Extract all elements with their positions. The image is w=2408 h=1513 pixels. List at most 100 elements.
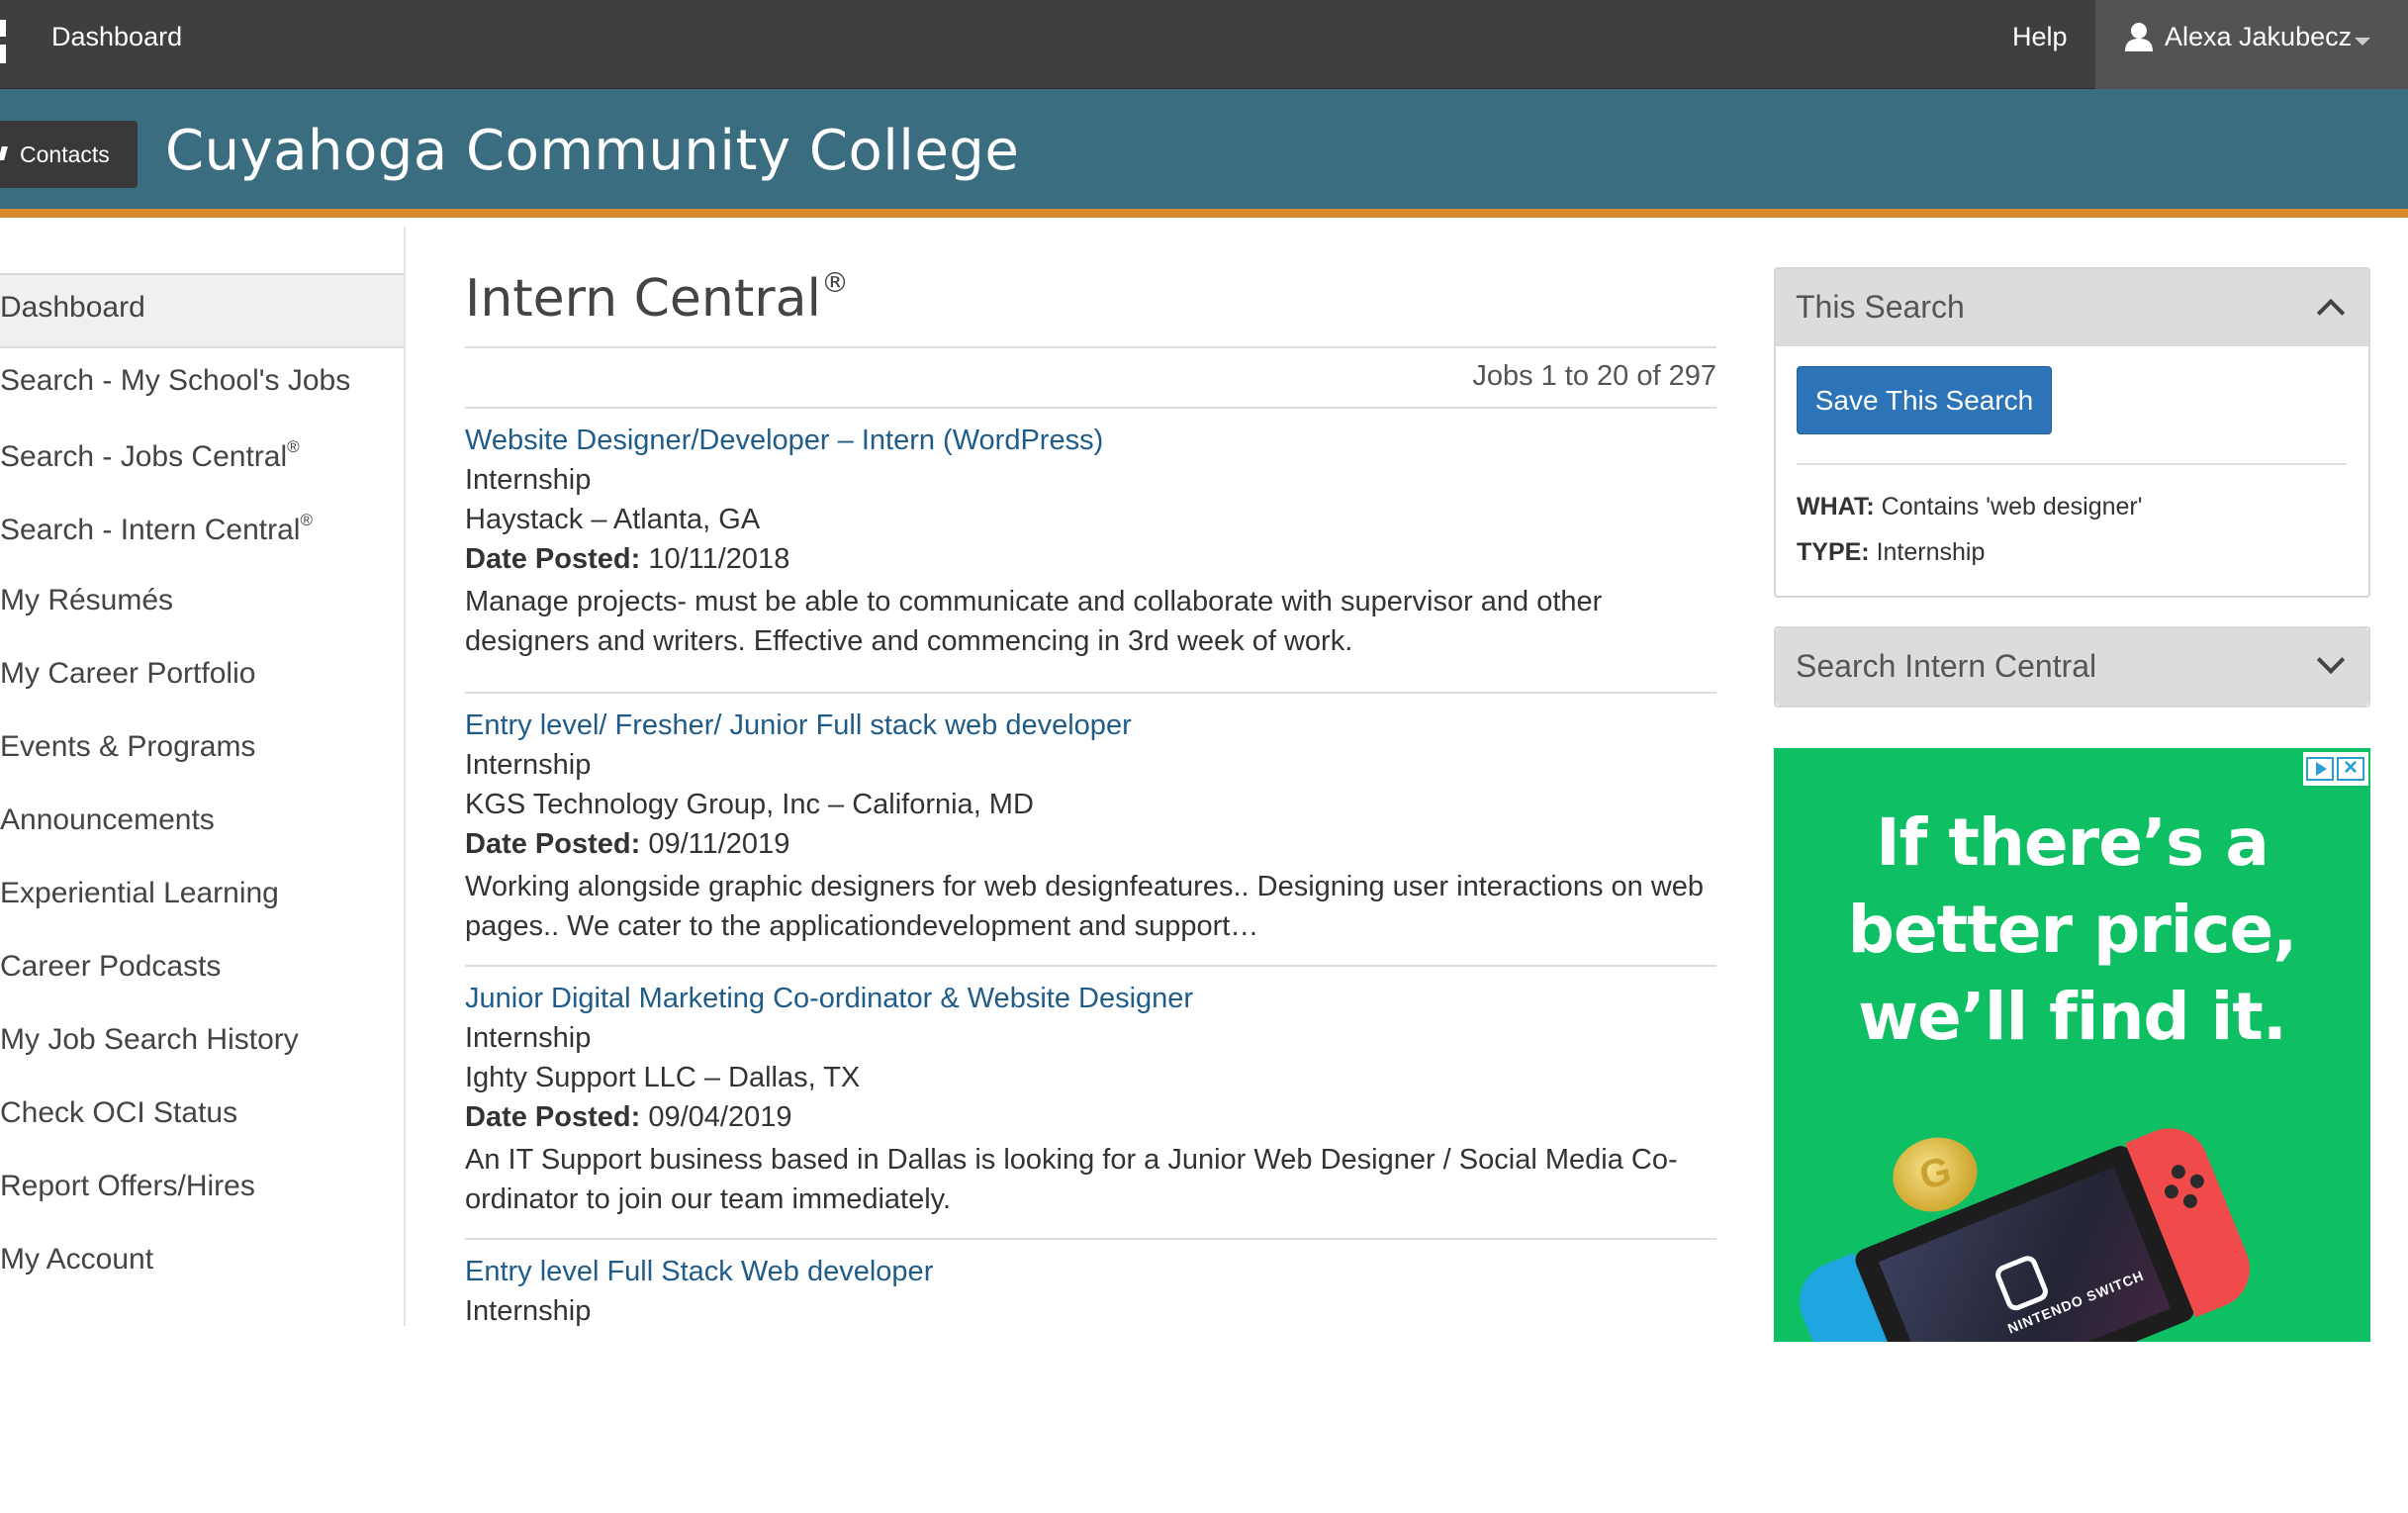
this-search-header[interactable]: This Search — [1776, 269, 2368, 346]
sidebar-item-search-my-schools-jobs[interactable]: Search - My School's Jobs — [0, 348, 404, 422]
joycon-button — [2187, 1172, 2206, 1190]
registered-mark: ® — [287, 437, 300, 456]
search-criteria-type: TYPE: Internship — [1797, 538, 1985, 567]
job-type: Internship — [465, 464, 592, 496]
sidebar-item-search-jobs-central[interactable]: Search - Jobs Central® — [0, 422, 404, 495]
job-title-link[interactable]: Website Designer/Developer – Intern (Wor… — [465, 421, 1716, 460]
save-search-button[interactable]: Save This Search — [1797, 366, 2052, 434]
joycon-button — [2169, 1163, 2188, 1182]
sidebar-item-job-search-history[interactable]: My Job Search History — [0, 1007, 404, 1081]
job-description: Working alongside graphic designers for … — [465, 871, 1705, 942]
advertisement[interactable]: × If there’s a better price, we’ll find … — [1774, 748, 2370, 1342]
date-value: 09/04/2019 — [648, 1101, 792, 1133]
sidebar-item-label: Announcements — [0, 804, 215, 836]
sidebar-item-label: Search - Jobs Central — [0, 440, 288, 473]
sidebar-item-announcements[interactable]: Announcements — [0, 788, 404, 861]
sidebar-item-report-offers[interactable]: Report Offers/Hires — [0, 1154, 404, 1227]
registered-mark: ® — [300, 511, 314, 529]
help-link[interactable]: Help — [2012, 22, 2068, 52]
date-label: Date Posted: — [465, 828, 641, 860]
close-icon[interactable]: × — [2337, 756, 2364, 781]
sidebar-item-my-resumes[interactable]: My Résumés — [0, 568, 404, 641]
date-value: 10/11/2018 — [648, 543, 790, 575]
game-console-image: NINTENDO SWITCH — [1774, 1084, 2264, 1342]
sidebar-item-events-programs[interactable]: Events & Programs — [0, 714, 404, 788]
job-listing: Junior Digital Marketing Co-ordinator & … — [465, 967, 1716, 1240]
job-title-link[interactable]: Entry level Full Stack Web developer — [465, 1252, 1716, 1291]
job-date: Date Posted: 09/11/2019 — [465, 824, 1716, 864]
divider — [465, 346, 1716, 348]
date-label: Date Posted: — [465, 543, 641, 575]
chevron-down-icon — [2316, 645, 2346, 675]
job-date: Date Posted: 09/04/2019 — [465, 1097, 1716, 1137]
user-icon — [2125, 23, 2153, 51]
sidebar-item-label: Events & Programs — [0, 730, 256, 763]
job-company: Ighty Support LLC – Dallas, TX — [465, 1062, 861, 1093]
user-menu[interactable]: Alexa Jakubecz — [2095, 0, 2408, 89]
sidebar-item-search-intern-central[interactable]: Search - Intern Central® — [0, 495, 404, 568]
job-type: Internship — [465, 1022, 592, 1054]
sidebar-item-label: Report Offers/Hires — [0, 1170, 255, 1202]
ad-headline-line: better price, — [1847, 892, 2298, 968]
job-type: Internship — [465, 1295, 592, 1327]
contacts-label: Contacts — [20, 142, 110, 167]
sidebar-item-my-career-portfolio[interactable]: My Career Portfolio — [0, 641, 404, 714]
menu-icon[interactable] — [0, 20, 8, 63]
criteria-label: TYPE: — [1797, 538, 1870, 566]
job-date: Date Posted: 10/11/2018 — [465, 539, 1716, 579]
ad-headline-line: we’ll find it. — [1858, 979, 2287, 1055]
search-intern-central-panel: Search Intern Central — [1774, 626, 2370, 708]
job-description: An IT Support business based in Dallas i… — [465, 1144, 1678, 1215]
site-header: Contacts Cuyahoga Community College — [0, 89, 2408, 218]
sidebar-item-career-podcasts[interactable]: Career Podcasts — [0, 934, 404, 1007]
job-listing: Website Designer/Developer – Intern (Wor… — [465, 421, 1716, 694]
date-value: 09/11/2019 — [648, 828, 790, 860]
sidebar-item-label: Experiential Learning — [0, 877, 279, 909]
divider — [1797, 463, 2347, 465]
results-count: Jobs 1 to 20 of 297 — [1472, 360, 1716, 392]
sidebar-item-label: Dashboard — [0, 291, 145, 324]
sidebar-item-label: My Job Search History — [0, 1023, 299, 1056]
search-criteria-what: WHAT: Contains 'web designer' — [1797, 493, 2143, 521]
joycon-button — [2180, 1191, 2200, 1210]
sidebar-item-label: My Account — [0, 1243, 154, 1276]
ad-choices-icon[interactable] — [2306, 757, 2334, 781]
sidebar-item-experiential-learning[interactable]: Experiential Learning — [0, 861, 404, 934]
sidebar-item-my-account[interactable]: My Account — [0, 1227, 404, 1300]
sidebar-item-label: My Career Portfolio — [0, 657, 256, 690]
job-company: Haystack – Atlanta, GA — [465, 504, 761, 535]
job-type: Internship — [465, 749, 592, 781]
caret-down-icon — [2355, 38, 2370, 46]
sidebar-item-label: Check OCI Status — [0, 1096, 238, 1129]
coin-glyph: G — [1914, 1148, 1957, 1199]
divider — [465, 407, 1716, 409]
sidebar: Dashboard Search - My School's Jobs Sear… — [0, 227, 406, 1326]
job-company: KGS Technology Group, Inc – California, … — [465, 789, 1034, 820]
right-column: This Search Save This Search WHAT: Conta… — [1774, 267, 2370, 1342]
contacts-button[interactable]: Contacts — [0, 121, 138, 188]
job-description: Manage projects- must be able to communi… — [465, 586, 1603, 657]
console-logo-icon — [1992, 1253, 2051, 1314]
sidebar-nav: Dashboard Search - My School's Jobs Sear… — [0, 273, 404, 1300]
ad-headline-line: If there’s a — [1876, 804, 2269, 881]
registered-mark: ® — [820, 266, 849, 299]
top-navbar: Dashboard Help Alexa Jakubecz — [0, 0, 2408, 89]
page-title: Intern Central® — [465, 266, 849, 329]
date-label: Date Posted: — [465, 1101, 641, 1133]
panel-title: Search Intern Central — [1796, 648, 2097, 684]
joycon-button — [2162, 1182, 2181, 1201]
search-intern-central-header[interactable]: Search Intern Central — [1776, 628, 2368, 706]
ad-badge: × — [2303, 752, 2368, 786]
job-title-link[interactable]: Entry level/ Fresher/ Junior Full stack … — [465, 706, 1716, 745]
ad-headline: If there’s a better price, we’ll find it… — [1774, 800, 2370, 1061]
panel-title: This Search — [1796, 289, 1965, 325]
sidebar-item-check-oci-status[interactable]: Check OCI Status — [0, 1081, 404, 1154]
dashboard-link[interactable]: Dashboard — [51, 22, 182, 52]
criteria-value: Internship — [1876, 538, 1986, 566]
job-listing: Entry level/ Fresher/ Junior Full stack … — [465, 694, 1716, 967]
user-name: Alexa Jakubecz — [2165, 22, 2353, 51]
sidebar-item-dashboard[interactable]: Dashboard — [0, 275, 404, 348]
job-list: Website Designer/Developer – Intern (Wor… — [465, 421, 1716, 1513]
job-title-link[interactable]: Junior Digital Marketing Co-ordinator & … — [465, 979, 1716, 1018]
sidebar-item-label: Career Podcasts — [0, 950, 222, 983]
